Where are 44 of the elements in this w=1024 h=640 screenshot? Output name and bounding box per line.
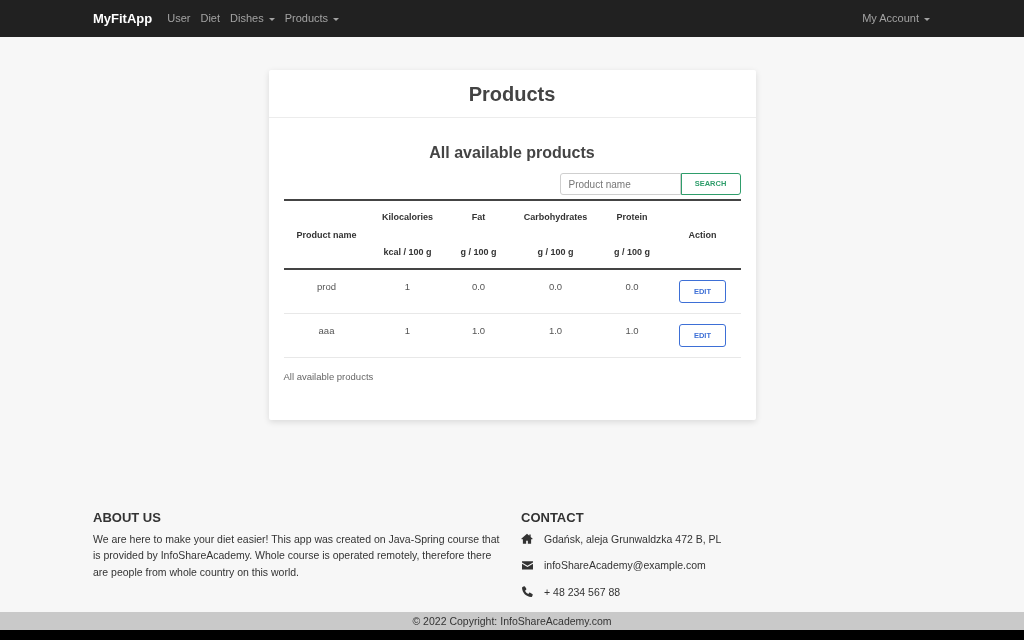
footer-heading: ABOUT US (93, 509, 162, 526)
table-caption: All available products (283, 371, 375, 383)
card-title: Products (468, 81, 556, 106)
nav-link[interactable]: Dishes (230, 10, 275, 27)
nav-link[interactable]: Diet (200, 10, 220, 27)
table-cell-text: 1.0 (625, 324, 639, 338)
column-header: Kilocalories (382, 211, 433, 224)
column-header: Product name (296, 228, 357, 242)
column-header: Action (688, 228, 717, 242)
section-heading: All available products (429, 143, 595, 163)
table-cell-text: prod (317, 280, 336, 294)
table-cell-text: 0.0 (625, 280, 639, 294)
contact-text: Gdańsk, aleja Grunwaldzka 472 B, PL (544, 531, 722, 546)
column-unit: g / 100 g (537, 246, 574, 259)
table-cell-text: 1.0 (548, 324, 563, 338)
search-field[interactable]: Product name (559, 173, 681, 195)
contact-text: + 48 234 567 88 (544, 584, 621, 599)
caret-icon (333, 17, 340, 21)
envelope-icon (521, 561, 533, 570)
table-cell-text: 1.0 (471, 324, 486, 338)
table-cell-text: 0.0 (471, 280, 486, 294)
column-header: Protein (616, 211, 648, 224)
contact-text: infoShareAcademy@example.com (544, 558, 706, 573)
nav-link[interactable]: Products (284, 10, 340, 27)
about-text: We are here to make your diet easier! This app was created on Java-Spring course that is provided by InfoShareAcademy. Whole course is operated remotely, therefore there are people from whole country on this world. (93, 531, 501, 580)
nav-link[interactable]: User (167, 10, 191, 27)
table-cell-text: 1 (404, 280, 411, 294)
copyright-link[interactable]: InfoShareAcademy.com (500, 614, 612, 628)
copyright-text: © 2022 Copyright: (412, 614, 498, 628)
phone-icon (521, 586, 533, 598)
column-header: Carbohydrates (523, 211, 588, 224)
table-cell-text: aaa (318, 324, 335, 338)
nav-link[interactable]: My Account (862, 10, 930, 27)
column-unit: kcal / 100 g (383, 246, 432, 259)
table-cell-text: 0.0 (548, 280, 563, 294)
table-cell-text: 1 (404, 324, 411, 338)
brand-link[interactable]: MyFitApp (93, 8, 153, 29)
column-header: Fat (471, 211, 486, 224)
home-icon (521, 533, 533, 545)
caret-icon (924, 17, 930, 21)
footer-heading: CONTACT (521, 509, 585, 526)
caret-icon (268, 17, 275, 21)
column-unit: g / 100 g (460, 246, 497, 259)
column-unit: g / 100 g (614, 246, 650, 259)
